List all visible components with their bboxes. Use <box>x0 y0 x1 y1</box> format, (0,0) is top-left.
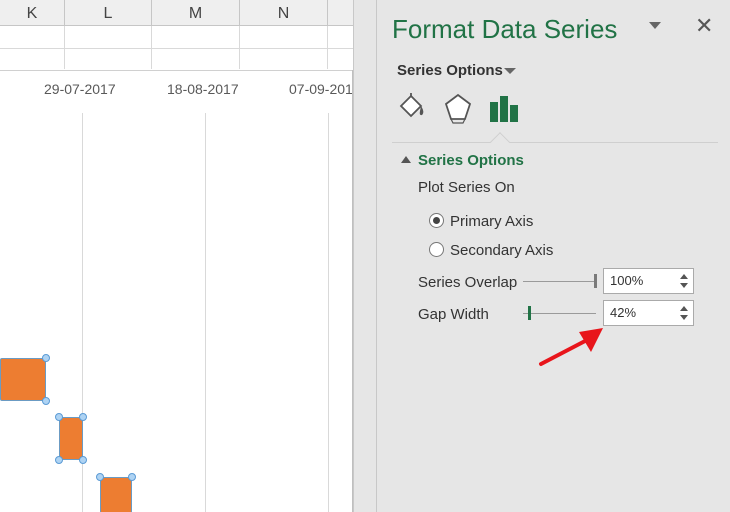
collapse-triangle-icon[interactable] <box>401 156 411 163</box>
chart-gridline <box>328 113 329 512</box>
spin-down-icon[interactable] <box>680 283 688 288</box>
column-gridline <box>64 26 65 69</box>
axis-date-label: 18-08-2017 <box>167 81 239 97</box>
format-data-series-pane: Format Data Series ✕ Series Options Seri… <box>377 0 730 512</box>
row-gridline <box>0 48 353 49</box>
pane-splitter[interactable] <box>353 0 377 512</box>
selection-handle[interactable] <box>42 354 50 362</box>
worksheet: K L M N 29-07-2017 18-08-2017 07-09-201 <box>0 0 353 512</box>
section-title[interactable]: Series Options <box>418 152 524 169</box>
series-overlap-label: Series Overlap <box>418 274 518 291</box>
gantt-bar[interactable] <box>59 417 83 460</box>
series-overlap-slider-thumb[interactable] <box>594 274 597 288</box>
spin-up-icon[interactable] <box>680 306 688 311</box>
selection-handle[interactable] <box>55 413 63 421</box>
selection-handle[interactable] <box>55 456 63 464</box>
primary-axis-label[interactable]: Primary Axis <box>450 213 533 230</box>
selection-handle[interactable] <box>128 473 136 481</box>
column-header-k[interactable]: K <box>0 0 65 26</box>
pentagon-icon[interactable] <box>443 92 473 124</box>
axis-date-label: 07-09-201 <box>289 81 353 97</box>
gantt-bar[interactable] <box>0 358 46 401</box>
column-gridline <box>239 26 240 69</box>
selection-handle[interactable] <box>42 397 50 405</box>
gap-width-slider[interactable] <box>523 313 596 314</box>
paint-bucket-icon[interactable] <box>397 92 427 124</box>
secondary-axis-label[interactable]: Secondary Axis <box>450 242 553 259</box>
gap-width-spinner[interactable]: 42% <box>603 300 694 326</box>
selection-handle[interactable] <box>96 473 104 481</box>
gap-width-slider-thumb[interactable] <box>528 306 531 320</box>
spin-down-icon[interactable] <box>680 315 688 320</box>
column-gridline <box>327 26 328 69</box>
column-header-l[interactable]: L <box>65 0 152 26</box>
selection-handle[interactable] <box>79 413 87 421</box>
column-header-bar: K L M N <box>0 0 353 26</box>
gantt-chart-area[interactable]: 29-07-2017 18-08-2017 07-09-201 <box>0 70 353 512</box>
annotation-arrow-icon <box>539 328 603 366</box>
close-icon[interactable]: ✕ <box>695 14 713 38</box>
spin-up-icon[interactable] <box>680 274 688 279</box>
series-overlap-slider[interactable] <box>523 281 596 282</box>
secondary-axis-radio[interactable] <box>429 242 444 257</box>
selection-handle[interactable] <box>79 456 87 464</box>
series-options-dropdown[interactable]: Series Options <box>397 62 503 79</box>
bar-chart-icon[interactable] <box>489 92 519 124</box>
chevron-down-icon[interactable] <box>504 68 516 74</box>
column-header-m[interactable]: M <box>152 0 240 26</box>
chart-gridline <box>205 113 206 512</box>
plot-series-on-label: Plot Series On <box>418 179 515 196</box>
column-header-n[interactable]: N <box>240 0 328 26</box>
series-overlap-spinner[interactable]: 100% <box>603 268 694 294</box>
pane-title: Format Data Series <box>392 14 618 44</box>
column-gridline <box>151 26 152 69</box>
axis-date-label: 29-07-2017 <box>44 81 116 97</box>
active-tab-pointer <box>490 132 510 152</box>
tab-divider <box>392 142 718 143</box>
series-overlap-value[interactable]: 100% <box>610 273 643 288</box>
gap-width-label: Gap Width <box>418 306 489 323</box>
gantt-bar[interactable] <box>100 477 132 512</box>
primary-axis-radio[interactable] <box>429 213 444 228</box>
pane-options-dropdown-icon[interactable] <box>649 22 661 29</box>
